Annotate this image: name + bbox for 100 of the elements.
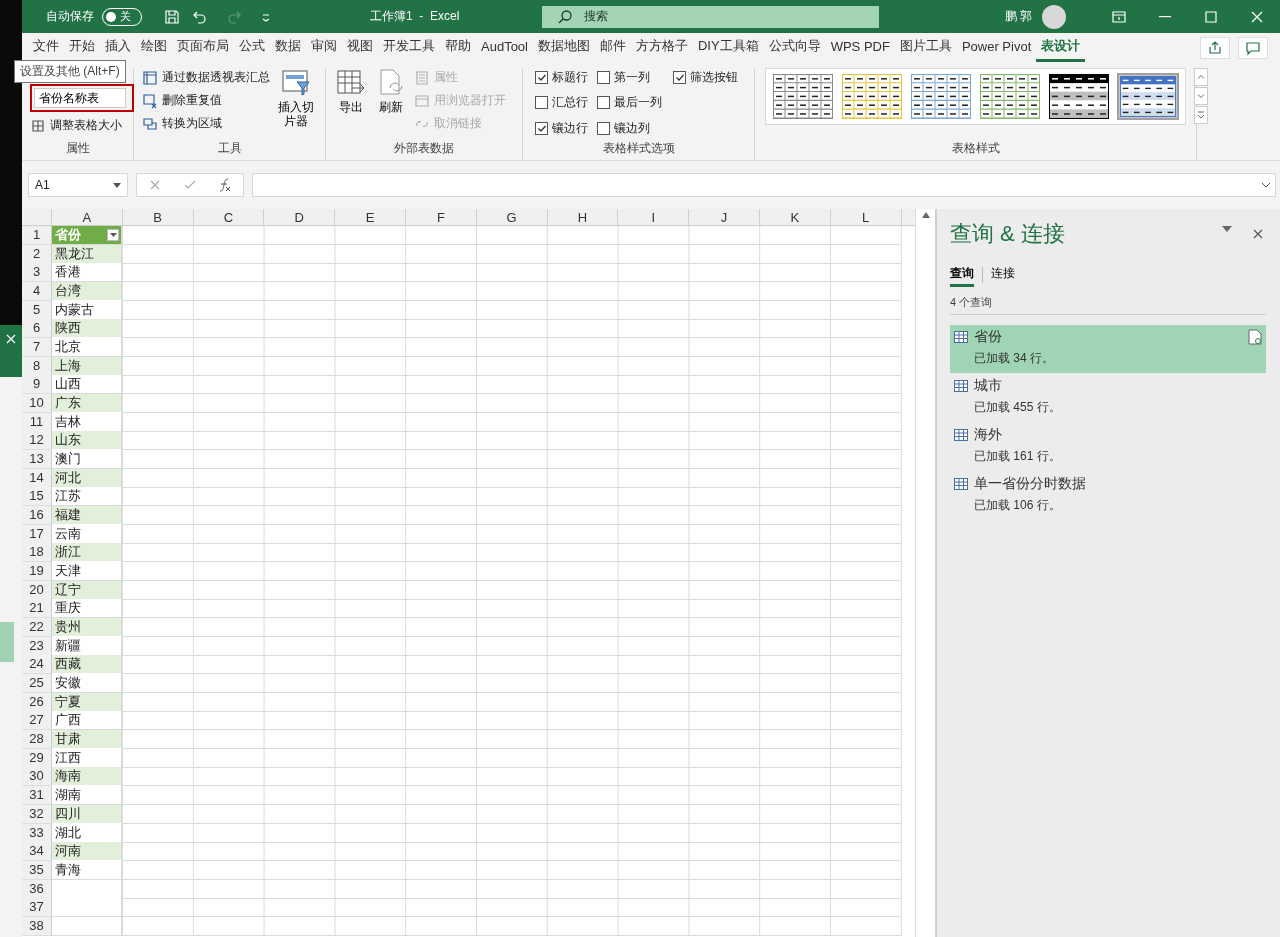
column-header[interactable]: B bbox=[122, 209, 194, 226]
table-style-swatch[interactable] bbox=[1117, 73, 1179, 120]
row-header[interactable]: 4 bbox=[22, 282, 52, 301]
row-header[interactable]: 27 bbox=[22, 711, 52, 731]
checkbox[interactable]: 汇总行 bbox=[535, 93, 597, 113]
ribbon-tab[interactable]: 绘图 bbox=[136, 33, 172, 62]
column-header[interactable]: D bbox=[264, 209, 336, 226]
formula-field[interactable] bbox=[252, 173, 1276, 197]
group-label: 外部表数据 bbox=[393, 140, 455, 157]
table-cell: 香港 bbox=[52, 263, 122, 283]
row-header[interactable]: 22 bbox=[22, 618, 52, 638]
row-header[interactable]: 1 bbox=[22, 226, 52, 245]
row-header[interactable]: 28 bbox=[22, 730, 52, 750]
row-header[interactable]: 19 bbox=[22, 562, 52, 582]
column-header[interactable]: E bbox=[335, 209, 406, 226]
ribbon-tab[interactable]: 公式 bbox=[234, 33, 270, 62]
ribbon-tab[interactable]: 开发工具 bbox=[378, 33, 440, 62]
ribbon-tab[interactable]: Power Pivot bbox=[956, 34, 1037, 61]
query-item[interactable]: 省份 已加载 34 行。 bbox=[950, 325, 1266, 373]
row-header[interactable]: 10 bbox=[22, 394, 52, 414]
checkbox[interactable]: 第一列 bbox=[597, 68, 673, 87]
row-header[interactable]: 9 bbox=[22, 375, 52, 395]
column-header[interactable]: L bbox=[830, 209, 902, 226]
column-header[interactable]: F bbox=[406, 209, 477, 226]
ribbon-tab[interactable]: 视图 bbox=[342, 33, 378, 62]
row-header[interactable]: 16 bbox=[22, 506, 52, 526]
column-header[interactable]: G bbox=[476, 209, 548, 226]
ribbon-button[interactable]: 转换为区域 bbox=[142, 114, 270, 133]
table-style-swatch[interactable] bbox=[772, 73, 834, 120]
refresh-button[interactable]: 刷新 bbox=[374, 68, 408, 140]
table-style-swatch[interactable] bbox=[910, 73, 972, 120]
checkmark-icon bbox=[537, 74, 546, 81]
export-button[interactable]: 导出 bbox=[334, 68, 368, 140]
filter-dropdown[interactable] bbox=[107, 229, 119, 241]
table-cell: 重庆 bbox=[52, 599, 122, 619]
column-header[interactable]: H bbox=[547, 209, 619, 226]
table-cell: 甘肃 bbox=[52, 730, 122, 750]
row-header[interactable]: 21 bbox=[22, 599, 52, 619]
checkbox[interactable]: 筛选按钮 bbox=[673, 68, 753, 87]
row-header[interactable]: 15 bbox=[22, 487, 52, 507]
row-header[interactable]: 6 bbox=[22, 319, 52, 339]
table-cell: 山西 bbox=[52, 375, 122, 395]
pane-tab[interactable]: 查询 bbox=[950, 263, 974, 287]
row-header[interactable]: 34 bbox=[22, 842, 52, 862]
query-item[interactable]: 城市 已加载 455 行。 bbox=[950, 374, 1266, 422]
row-header[interactable]: 37 bbox=[22, 898, 52, 918]
checkbox[interactable]: 最后一列 bbox=[597, 93, 673, 113]
ribbon-tab[interactable]: 审阅 bbox=[306, 33, 342, 62]
column-header[interactable]: K bbox=[759, 209, 831, 226]
ribbon-button[interactable]: 删除重复值 bbox=[142, 91, 270, 110]
table-cell: 陕西 bbox=[52, 319, 122, 339]
name-box[interactable]: A1 bbox=[28, 173, 128, 197]
row-header[interactable]: 3 bbox=[22, 263, 52, 283]
refresh-file-icon bbox=[1248, 329, 1262, 345]
table-cell: 西藏 bbox=[52, 655, 122, 675]
ribbon-tab[interactable]: 插入 bbox=[100, 33, 136, 62]
insert-slicer-button[interactable]: 插入切片器 bbox=[276, 68, 316, 140]
ribbon-tab[interactable]: 公式向导 bbox=[763, 33, 826, 62]
checkbox[interactable]: 标题行 bbox=[535, 68, 597, 87]
ribbon-tab[interactable]: 数据地图 bbox=[533, 33, 595, 62]
resize-table-button[interactable]: 调整表格大小 bbox=[30, 116, 134, 135]
search-field[interactable]: 搜索 bbox=[542, 5, 879, 28]
ribbon-tab[interactable]: 图片工具 bbox=[894, 33, 957, 62]
row-header[interactable]: 12 bbox=[22, 431, 52, 451]
row-header[interactable]: 30 bbox=[22, 767, 52, 787]
ribbon-tab[interactable]: 方方格子 bbox=[631, 33, 693, 62]
query-item[interactable]: 海外 已加载 161 行。 bbox=[950, 423, 1266, 471]
ribbon-tab[interactable]: 开始 bbox=[64, 33, 100, 62]
ribbon-tab[interactable]: 帮助 bbox=[440, 33, 476, 62]
table-style-swatch[interactable] bbox=[979, 73, 1041, 120]
row-header[interactable]: 18 bbox=[22, 543, 52, 563]
ribbon-tab[interactable]: WPS PDF bbox=[825, 34, 895, 61]
scroll-up-button[interactable] bbox=[1194, 68, 1208, 86]
more-button[interactable] bbox=[1194, 106, 1208, 124]
ribbon-tab[interactable]: 邮件 bbox=[595, 33, 631, 62]
dropdown-icon bbox=[1222, 226, 1232, 232]
ribbon-tab[interactable]: 数据 bbox=[270, 33, 306, 62]
comments-button[interactable] bbox=[1238, 36, 1268, 59]
column-header[interactable]: C bbox=[193, 209, 265, 226]
ribbon-tab[interactable]: DIY工具箱 bbox=[693, 33, 764, 62]
table-style-swatch[interactable] bbox=[1048, 73, 1110, 120]
table-cell: 浙江 bbox=[52, 543, 122, 563]
table-cell: 澳门 bbox=[52, 450, 122, 470]
row-header[interactable]: 7 bbox=[22, 338, 52, 358]
row-header[interactable]: 24 bbox=[22, 655, 52, 675]
ribbon-tab[interactable]: 文件 bbox=[28, 33, 64, 62]
table-name-field[interactable]: 省份名称表 bbox=[34, 88, 126, 108]
pane-tab[interactable]: 连接 bbox=[991, 263, 1015, 287]
column-header[interactable]: J bbox=[689, 209, 760, 226]
row-header[interactable]: 31 bbox=[22, 786, 52, 806]
row-header[interactable]: 25 bbox=[22, 674, 52, 694]
column-header[interactable]: I bbox=[618, 209, 690, 226]
row-header[interactable]: 13 bbox=[22, 450, 52, 470]
ribbon-button[interactable]: 通过数据透视表汇总 bbox=[142, 68, 270, 87]
ribbon-tab[interactable]: 页面布局 bbox=[172, 33, 234, 62]
share-button[interactable] bbox=[1200, 36, 1230, 59]
query-item[interactable]: 单一省份分时数据 已加载 106 行。 bbox=[950, 472, 1266, 520]
ribbon-tab[interactable]: AudTool bbox=[476, 34, 533, 61]
checkbox[interactable]: 镶边列 bbox=[597, 118, 673, 138]
checkbox[interactable]: 镶边行 bbox=[535, 118, 597, 138]
